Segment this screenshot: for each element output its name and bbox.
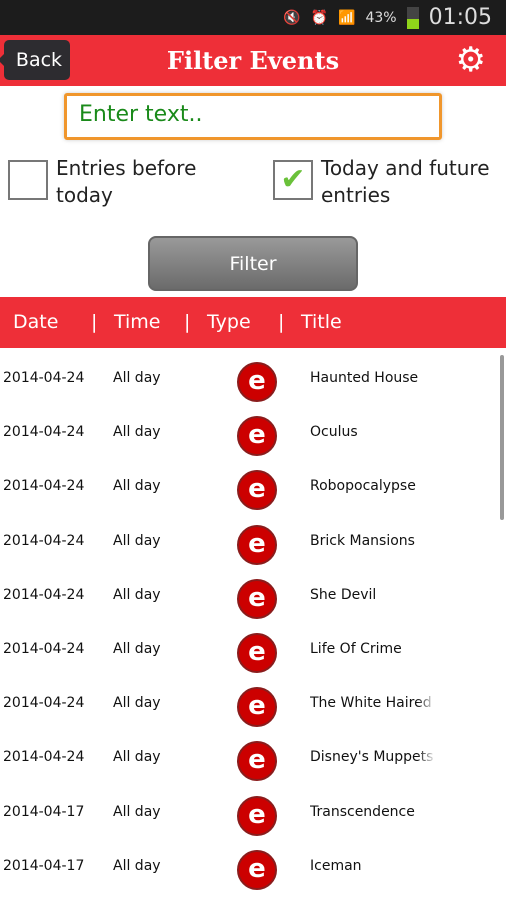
row-time: All day xyxy=(113,370,161,386)
clock: 01:05 xyxy=(428,5,492,30)
mute-icon: 🔇 xyxy=(283,9,301,26)
row-time: All day xyxy=(113,478,161,495)
row-date: 2014-04-24 xyxy=(3,586,85,603)
row-title: Transcendence xyxy=(310,803,415,820)
row-title: She Devil xyxy=(310,586,377,603)
event-type-icon: e xyxy=(237,470,277,511)
row-date: 2014-04-17 xyxy=(3,857,85,874)
gear-icon[interactable]: ⚙ xyxy=(456,43,486,77)
back-button[interactable]: Back xyxy=(0,40,70,80)
check-icon[interactable]: ✔ xyxy=(273,160,313,200)
battery-icon xyxy=(406,6,419,29)
row-time: All day xyxy=(113,749,161,766)
battery-percent: 43% xyxy=(365,9,397,26)
scrollbar[interactable] xyxy=(500,355,504,520)
table-header: Date | Time | Type | Title xyxy=(0,297,506,348)
status-bar: 🔇 ⏰ 📶 43% 01:05 xyxy=(0,0,506,35)
checkbox-future[interactable]: ✔ Today and future entries xyxy=(273,155,503,209)
row-time: All day xyxy=(113,586,161,603)
row-date: 2014-04-24 xyxy=(3,478,85,495)
row-date: 2014-04-24 xyxy=(3,749,85,766)
column-type[interactable]: Type xyxy=(207,311,251,333)
row-date: 2014-04-24 xyxy=(3,641,85,657)
row-date: 2014-04-17 xyxy=(3,803,85,820)
row-title: Brick Mansions xyxy=(310,532,415,549)
row-date: 2014-04-24 xyxy=(3,532,85,549)
row-time: All day xyxy=(113,857,161,874)
row-title: Oculus xyxy=(310,424,358,441)
divider: | xyxy=(278,311,285,333)
row-title: Disney's Muppets M xyxy=(310,749,436,766)
checkbox-before-today[interactable]: Entries before today xyxy=(8,155,208,209)
column-date[interactable]: Date xyxy=(13,311,58,333)
row-time: All day xyxy=(113,695,161,712)
page-title: Filter Events xyxy=(166,46,340,75)
divider: | xyxy=(91,311,98,333)
row-title: Life Of Crime xyxy=(310,641,402,657)
row-date: 2014-04-24 xyxy=(3,370,85,386)
table-row[interactable]: 2014-04-17 All day e Iceman xyxy=(0,849,506,912)
checkbox-label: Entries before today xyxy=(56,156,197,207)
filter-button[interactable]: Filter xyxy=(148,236,358,291)
app-bar: Back Filter Events ⚙ xyxy=(0,35,506,86)
event-type-icon: e xyxy=(237,578,277,619)
checkbox-label: Today and future entries xyxy=(321,156,490,207)
event-type-icon: e xyxy=(237,633,277,673)
row-time: All day xyxy=(113,424,161,441)
event-type-icon: e xyxy=(237,416,277,457)
event-type-icon: e xyxy=(237,741,277,782)
row-time: All day xyxy=(113,803,161,820)
search-input[interactable]: Enter text.. xyxy=(64,93,442,140)
column-title[interactable]: Title xyxy=(301,311,342,333)
row-title: Iceman xyxy=(310,857,362,874)
row-title: Haunted House xyxy=(310,370,419,386)
row-title: The White Haired W xyxy=(310,695,436,712)
wifi-icon: 📶 xyxy=(338,9,356,26)
divider: | xyxy=(184,311,191,333)
alarm-icon: ⏰ xyxy=(310,9,329,26)
row-time: All day xyxy=(113,532,161,549)
row-title: Robopocalypse xyxy=(310,478,416,495)
event-type-icon: e xyxy=(237,687,277,728)
checkbox[interactable] xyxy=(8,160,48,200)
row-date: 2014-04-24 xyxy=(3,695,85,712)
event-type-icon: e xyxy=(237,849,277,890)
row-date: 2014-04-24 xyxy=(3,424,85,441)
event-type-icon: e xyxy=(237,524,277,565)
event-type-icon: e xyxy=(237,795,277,836)
event-type-icon: e xyxy=(237,362,277,402)
row-time: All day xyxy=(113,641,161,657)
column-time[interactable]: Time xyxy=(114,311,161,333)
